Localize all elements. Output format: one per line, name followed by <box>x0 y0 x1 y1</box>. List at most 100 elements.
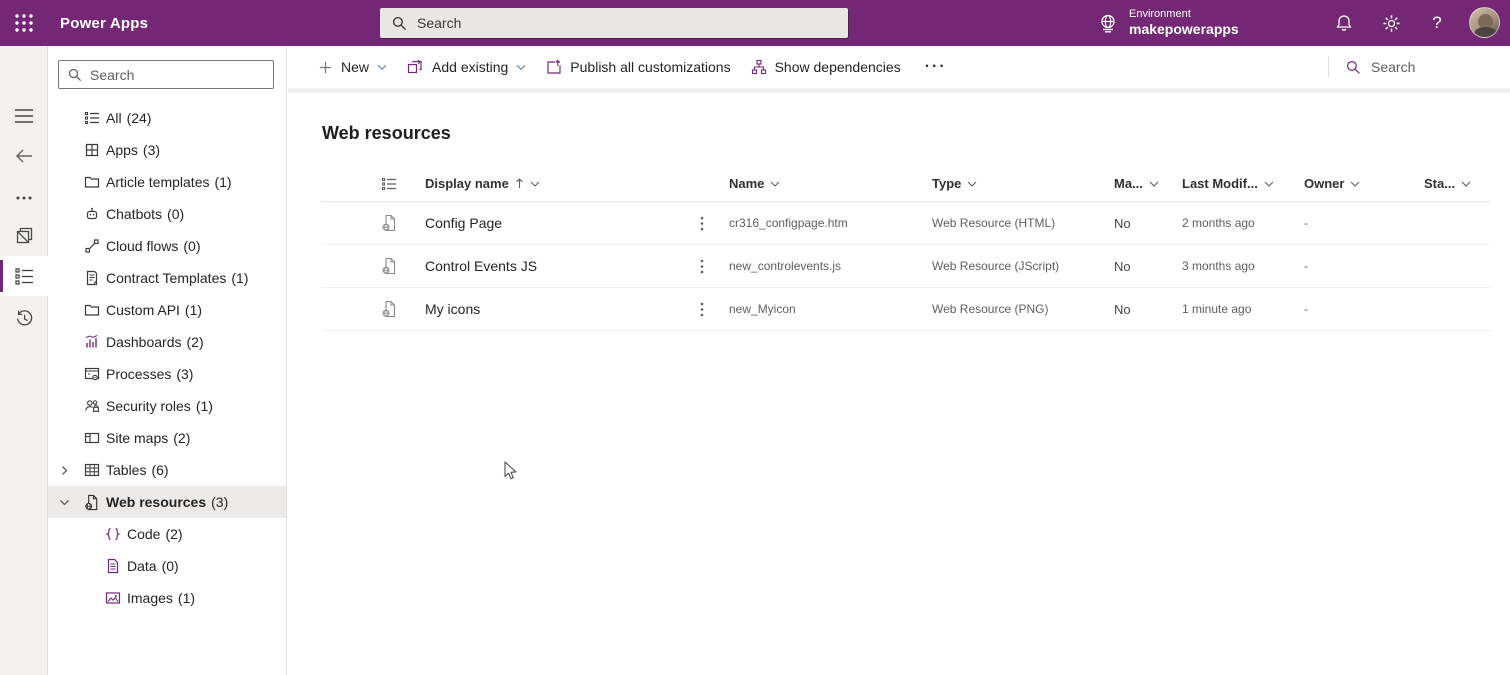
column-header-owner[interactable]: Owner <box>1304 176 1424 191</box>
row-more-button[interactable] <box>692 254 712 278</box>
page-title: Web resources <box>322 123 451 143</box>
nav-item-code[interactable]: Code (2) <box>48 518 286 550</box>
settings-button[interactable] <box>1371 0 1411 46</box>
cell-last-modified: 3 months ago <box>1182 259 1255 273</box>
image-icon <box>105 590 121 606</box>
pages-button[interactable] <box>0 215 48 255</box>
cell-managed: No <box>1114 215 1131 231</box>
nav-item-cloud-flows[interactable]: Cloud flows (0) <box>48 230 286 262</box>
nav-item-processes[interactable]: Processes (3) <box>48 358 286 390</box>
waffle-menu-button[interactable] <box>0 0 48 46</box>
cell-type: Web Resource (JScript) <box>932 259 1060 273</box>
cell-owner: - <box>1304 216 1308 230</box>
chatbot-icon <box>84 206 100 222</box>
gear-icon <box>1382 14 1400 32</box>
chevron-down-icon <box>1264 181 1274 187</box>
environment-name: makepowerapps <box>1129 21 1239 38</box>
web-resources-table: Display name Name Type Ma... Last Modif.… <box>322 166 1490 331</box>
nav-item-images[interactable]: Images (1) <box>48 582 286 614</box>
vertical-ellipsis-icon <box>700 216 704 230</box>
chevron-down-icon <box>770 181 780 187</box>
environment-picker[interactable]: Environment makepowerapps <box>1097 0 1239 46</box>
global-search[interactable] <box>380 8 848 38</box>
cell-display-name[interactable]: My icons <box>425 301 692 317</box>
web-resource-file-icon <box>382 257 396 275</box>
history-button[interactable] <box>0 298 48 338</box>
web-resource-file-icon <box>382 214 396 232</box>
power-apps-window: Power Apps Environment makepowerapps <box>0 0 1510 675</box>
plus-icon <box>319 61 332 73</box>
nav-item-site-maps[interactable]: Site maps (2) <box>48 422 286 454</box>
command-overflow-button[interactable]: ··· <box>925 58 947 76</box>
hamburger-menu-button[interactable] <box>0 96 48 136</box>
notifications-button[interactable] <box>1324 0 1364 46</box>
chevron-down-icon[interactable] <box>56 494 72 510</box>
search-icon <box>1346 60 1360 74</box>
cell-last-modified: 2 months ago <box>1182 216 1255 230</box>
table-row[interactable]: My icons new_Myicon Web Resource (PNG) N… <box>322 288 1490 331</box>
nav-item-tables[interactable]: Tables (6) <box>48 454 286 486</box>
column-header-type[interactable]: Type <box>932 176 1114 191</box>
chevron-right-icon[interactable] <box>56 462 72 478</box>
chevron-down-icon <box>1149 181 1159 187</box>
add-existing-button[interactable]: Add existing <box>407 46 526 88</box>
nav-search-input[interactable] <box>90 66 260 83</box>
column-header-name[interactable]: Name <box>729 176 932 191</box>
nav-item-apps[interactable]: Apps (3) <box>48 134 286 166</box>
cell-display-name[interactable]: Config Page <box>425 215 692 231</box>
show-dependencies-button[interactable]: Show dependencies <box>751 46 901 88</box>
nav-item-web-resources[interactable]: Web resources (3) <box>48 486 286 518</box>
solutions-objects-button[interactable] <box>0 256 48 296</box>
column-header-display-name[interactable]: Display name <box>425 176 692 191</box>
objects-list: All(24) Apps(3) Article templates(1) <box>48 102 286 614</box>
cell-display-name[interactable]: Control Events JS <box>425 258 692 274</box>
chevron-down-icon <box>967 181 977 187</box>
chevron-down-icon <box>1461 181 1471 187</box>
nav-item-chatbots[interactable]: Chatbots (0) <box>48 198 286 230</box>
hamburger-icon <box>15 109 33 123</box>
nav-item-security-roles[interactable]: Security roles (1) <box>48 390 286 422</box>
vertical-ellipsis-icon <box>700 259 704 273</box>
top-app-bar: Power Apps Environment makepowerapps <box>0 0 1510 46</box>
cloud-flow-icon <box>84 238 100 254</box>
user-avatar[interactable] <box>1469 7 1500 38</box>
environment-globe-icon <box>1101 14 1115 33</box>
folder-icon <box>84 174 100 190</box>
back-button[interactable] <box>0 136 48 176</box>
nav-item-article-templates[interactable]: Article templates (1) <box>48 166 286 198</box>
row-more-button[interactable] <box>692 297 712 321</box>
column-header-managed[interactable]: Ma... <box>1114 176 1182 191</box>
main-area: New Add existing Publish all customizati… <box>288 46 1510 675</box>
chevron-down-icon <box>377 64 387 71</box>
apps-icon <box>84 142 100 158</box>
dependencies-icon <box>751 59 766 75</box>
column-header-last-modified[interactable]: Last Modif... <box>1182 176 1304 191</box>
chevron-down-icon <box>530 181 540 187</box>
column-header-status[interactable]: Sta... <box>1424 176 1490 191</box>
nav-item-all[interactable]: All (24) <box>48 102 286 134</box>
nav-item-contract-templates[interactable]: Contract Templates (1) <box>48 262 286 294</box>
nav-item-data[interactable]: Data (0) <box>48 550 286 582</box>
table-row[interactable]: Config Page cr316_configpage.htm Web Res… <box>322 202 1490 245</box>
help-button[interactable]: ? <box>1417 0 1457 46</box>
search-icon <box>68 68 82 81</box>
command-bar-search-input[interactable] <box>1371 59 1481 75</box>
cell-type: Web Resource (HTML) <box>932 216 1056 230</box>
nav-search[interactable] <box>58 60 274 89</box>
new-button[interactable]: New <box>318 46 387 88</box>
vertical-ellipsis-icon <box>700 302 704 316</box>
cell-managed: No <box>1114 258 1131 274</box>
nav-item-dashboards[interactable]: Dashboards (2) <box>48 326 286 358</box>
publish-all-button[interactable]: Publish all customizations <box>546 46 731 88</box>
rail-more-button[interactable] <box>0 178 48 218</box>
global-search-input[interactable] <box>417 15 817 31</box>
header-select-all[interactable] <box>322 176 425 192</box>
bell-icon <box>1336 15 1352 31</box>
security-roles-icon <box>84 398 100 414</box>
web-resource-icon <box>84 494 100 510</box>
nav-item-custom-api[interactable]: Custom API (1) <box>48 294 286 326</box>
table-row[interactable]: Control Events JS new_controlevents.js W… <box>322 245 1490 288</box>
dashboard-icon <box>84 334 100 350</box>
command-bar-search[interactable] <box>1346 46 1481 88</box>
row-more-button[interactable] <box>692 211 712 235</box>
